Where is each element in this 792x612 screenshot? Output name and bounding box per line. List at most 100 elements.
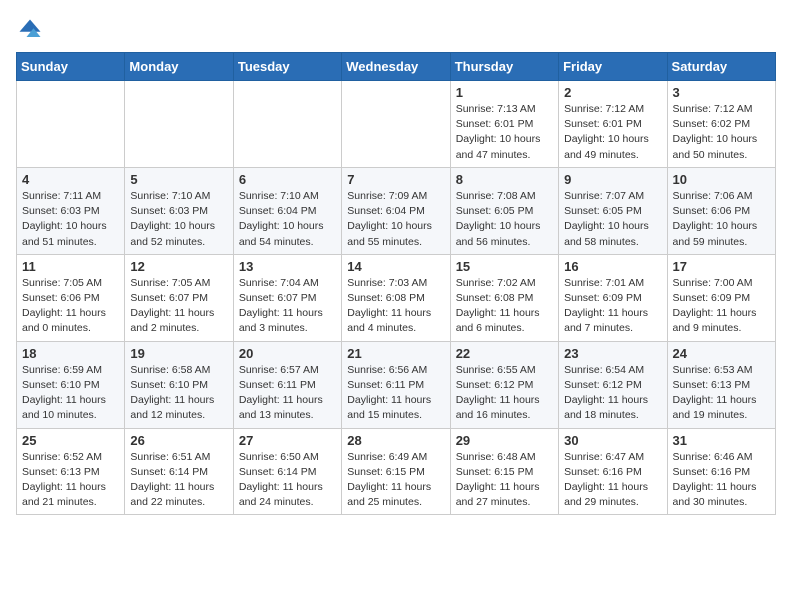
day-info: Sunrise: 7:01 AMSunset: 6:09 PMDaylight:… bbox=[564, 276, 661, 337]
logo bbox=[16, 16, 48, 44]
weekday-header-tuesday: Tuesday bbox=[233, 53, 341, 81]
day-info: Sunrise: 6:52 AMSunset: 6:13 PMDaylight:… bbox=[22, 450, 119, 511]
day-info: Sunrise: 7:11 AMSunset: 6:03 PMDaylight:… bbox=[22, 189, 119, 250]
day-info: Sunrise: 6:54 AMSunset: 6:12 PMDaylight:… bbox=[564, 363, 661, 424]
day-number: 29 bbox=[456, 433, 553, 448]
calendar-cell bbox=[342, 81, 450, 168]
calendar-cell: 15 Sunrise: 7:02 AMSunset: 6:08 PMDayligh… bbox=[450, 254, 558, 341]
day-number: 21 bbox=[347, 346, 444, 361]
calendar-cell: 11 Sunrise: 7:05 AMSunset: 6:06 PMDayligh… bbox=[17, 254, 125, 341]
day-info: Sunrise: 6:53 AMSunset: 6:13 PMDaylight:… bbox=[673, 363, 770, 424]
day-number: 4 bbox=[22, 172, 119, 187]
page-header bbox=[16, 16, 776, 44]
calendar-cell: 6 Sunrise: 7:10 AMSunset: 6:04 PMDaylight… bbox=[233, 167, 341, 254]
day-info: Sunrise: 7:10 AMSunset: 6:04 PMDaylight:… bbox=[239, 189, 336, 250]
calendar-cell: 14 Sunrise: 7:03 AMSunset: 6:08 PMDayligh… bbox=[342, 254, 450, 341]
calendar-cell: 1 Sunrise: 7:13 AMSunset: 6:01 PMDaylight… bbox=[450, 81, 558, 168]
day-info: Sunrise: 6:46 AMSunset: 6:16 PMDaylight:… bbox=[673, 450, 770, 511]
day-number: 10 bbox=[673, 172, 770, 187]
calendar-week-row: 1 Sunrise: 7:13 AMSunset: 6:01 PMDaylight… bbox=[17, 81, 776, 168]
day-number: 22 bbox=[456, 346, 553, 361]
day-info: Sunrise: 7:12 AMSunset: 6:02 PMDaylight:… bbox=[673, 102, 770, 163]
calendar-cell: 23 Sunrise: 6:54 AMSunset: 6:12 PMDayligh… bbox=[559, 341, 667, 428]
day-info: Sunrise: 7:05 AMSunset: 6:06 PMDaylight:… bbox=[22, 276, 119, 337]
day-info: Sunrise: 6:48 AMSunset: 6:15 PMDaylight:… bbox=[456, 450, 553, 511]
day-number: 16 bbox=[564, 259, 661, 274]
calendar-cell: 21 Sunrise: 6:56 AMSunset: 6:11 PMDayligh… bbox=[342, 341, 450, 428]
calendar-cell: 22 Sunrise: 6:55 AMSunset: 6:12 PMDayligh… bbox=[450, 341, 558, 428]
day-info: Sunrise: 7:13 AMSunset: 6:01 PMDaylight:… bbox=[456, 102, 553, 163]
day-info: Sunrise: 7:04 AMSunset: 6:07 PMDaylight:… bbox=[239, 276, 336, 337]
calendar-cell: 2 Sunrise: 7:12 AMSunset: 6:01 PMDaylight… bbox=[559, 81, 667, 168]
calendar-cell: 31 Sunrise: 6:46 AMSunset: 6:16 PMDayligh… bbox=[667, 428, 775, 515]
weekday-header-sunday: Sunday bbox=[17, 53, 125, 81]
day-number: 5 bbox=[130, 172, 227, 187]
day-number: 17 bbox=[673, 259, 770, 274]
calendar-cell: 13 Sunrise: 7:04 AMSunset: 6:07 PMDayligh… bbox=[233, 254, 341, 341]
day-number: 31 bbox=[673, 433, 770, 448]
calendar-cell: 16 Sunrise: 7:01 AMSunset: 6:09 PMDayligh… bbox=[559, 254, 667, 341]
day-info: Sunrise: 6:59 AMSunset: 6:10 PMDaylight:… bbox=[22, 363, 119, 424]
day-number: 24 bbox=[673, 346, 770, 361]
day-info: Sunrise: 7:06 AMSunset: 6:06 PMDaylight:… bbox=[673, 189, 770, 250]
weekday-header-saturday: Saturday bbox=[667, 53, 775, 81]
calendar-cell: 25 Sunrise: 6:52 AMSunset: 6:13 PMDayligh… bbox=[17, 428, 125, 515]
calendar-cell: 28Sunrise: 6:49 AMSunset: 6:15 PMDayligh… bbox=[342, 428, 450, 515]
calendar-cell: 17Sunrise: 7:00 AMSunset: 6:09 PMDayligh… bbox=[667, 254, 775, 341]
calendar-cell bbox=[17, 81, 125, 168]
day-number: 9 bbox=[564, 172, 661, 187]
calendar-cell: 19Sunrise: 6:58 AMSunset: 6:10 PMDayligh… bbox=[125, 341, 233, 428]
day-info: Sunrise: 7:03 AMSunset: 6:08 PMDaylight:… bbox=[347, 276, 444, 337]
day-number: 15 bbox=[456, 259, 553, 274]
day-number: 7 bbox=[347, 172, 444, 187]
calendar-week-row: 18 Sunrise: 6:59 AMSunset: 6:10 PMDayligh… bbox=[17, 341, 776, 428]
logo-icon bbox=[16, 16, 44, 44]
day-info: Sunrise: 6:47 AMSunset: 6:16 PMDaylight:… bbox=[564, 450, 661, 511]
day-number: 23 bbox=[564, 346, 661, 361]
calendar-cell: 5 Sunrise: 7:10 AMSunset: 6:03 PMDaylight… bbox=[125, 167, 233, 254]
calendar-cell: 24 Sunrise: 6:53 AMSunset: 6:13 PMDayligh… bbox=[667, 341, 775, 428]
calendar-cell: 7 Sunrise: 7:09 AMSunset: 6:04 PMDaylight… bbox=[342, 167, 450, 254]
day-number: 3 bbox=[673, 85, 770, 100]
calendar-cell: 18 Sunrise: 6:59 AMSunset: 6:10 PMDayligh… bbox=[17, 341, 125, 428]
day-info: Sunrise: 6:58 AMSunset: 6:10 PMDaylight:… bbox=[130, 363, 227, 424]
day-number: 13 bbox=[239, 259, 336, 274]
weekday-header-thursday: Thursday bbox=[450, 53, 558, 81]
day-info: Sunrise: 7:10 AMSunset: 6:03 PMDaylight:… bbox=[130, 189, 227, 250]
calendar-week-row: 4 Sunrise: 7:11 AMSunset: 6:03 PMDaylight… bbox=[17, 167, 776, 254]
weekday-header-monday: Monday bbox=[125, 53, 233, 81]
day-info: Sunrise: 6:57 AMSunset: 6:11 PMDaylight:… bbox=[239, 363, 336, 424]
calendar-cell: 10 Sunrise: 7:06 AMSunset: 6:06 PMDayligh… bbox=[667, 167, 775, 254]
day-number: 12 bbox=[130, 259, 227, 274]
day-number: 27 bbox=[239, 433, 336, 448]
day-number: 11 bbox=[22, 259, 119, 274]
calendar-cell: 4 Sunrise: 7:11 AMSunset: 6:03 PMDaylight… bbox=[17, 167, 125, 254]
day-info: Sunrise: 6:51 AMSunset: 6:14 PMDaylight:… bbox=[130, 450, 227, 511]
weekday-header-wednesday: Wednesday bbox=[342, 53, 450, 81]
day-info: Sunrise: 6:56 AMSunset: 6:11 PMDaylight:… bbox=[347, 363, 444, 424]
day-number: 30 bbox=[564, 433, 661, 448]
calendar-week-row: 11 Sunrise: 7:05 AMSunset: 6:06 PMDayligh… bbox=[17, 254, 776, 341]
day-info: Sunrise: 7:09 AMSunset: 6:04 PMDaylight:… bbox=[347, 189, 444, 250]
calendar-cell: 30 Sunrise: 6:47 AMSunset: 6:16 PMDayligh… bbox=[559, 428, 667, 515]
day-info: Sunrise: 6:55 AMSunset: 6:12 PMDaylight:… bbox=[456, 363, 553, 424]
day-info: Sunrise: 7:12 AMSunset: 6:01 PMDaylight:… bbox=[564, 102, 661, 163]
day-info: Sunrise: 6:50 AMSunset: 6:14 PMDaylight:… bbox=[239, 450, 336, 511]
calendar-cell bbox=[125, 81, 233, 168]
day-info: Sunrise: 7:08 AMSunset: 6:05 PMDaylight:… bbox=[456, 189, 553, 250]
day-number: 2 bbox=[564, 85, 661, 100]
day-number: 25 bbox=[22, 433, 119, 448]
day-number: 18 bbox=[22, 346, 119, 361]
calendar-table: SundayMondayTuesdayWednesdayThursdayFrid… bbox=[16, 52, 776, 515]
calendar-cell: 27 Sunrise: 6:50 AMSunset: 6:14 PMDayligh… bbox=[233, 428, 341, 515]
day-number: 14 bbox=[347, 259, 444, 274]
day-info: Sunrise: 7:02 AMSunset: 6:08 PMDaylight:… bbox=[456, 276, 553, 337]
calendar-cell: 8Sunrise: 7:08 AMSunset: 6:05 PMDaylight… bbox=[450, 167, 558, 254]
day-info: Sunrise: 7:05 AMSunset: 6:07 PMDaylight:… bbox=[130, 276, 227, 337]
day-number: 28 bbox=[347, 433, 444, 448]
day-number: 1 bbox=[456, 85, 553, 100]
day-number: 6 bbox=[239, 172, 336, 187]
calendar-header-row: SundayMondayTuesdayWednesdayThursdayFrid… bbox=[17, 53, 776, 81]
day-info: Sunrise: 7:07 AMSunset: 6:05 PMDaylight:… bbox=[564, 189, 661, 250]
calendar-cell: 9 Sunrise: 7:07 AMSunset: 6:05 PMDaylight… bbox=[559, 167, 667, 254]
